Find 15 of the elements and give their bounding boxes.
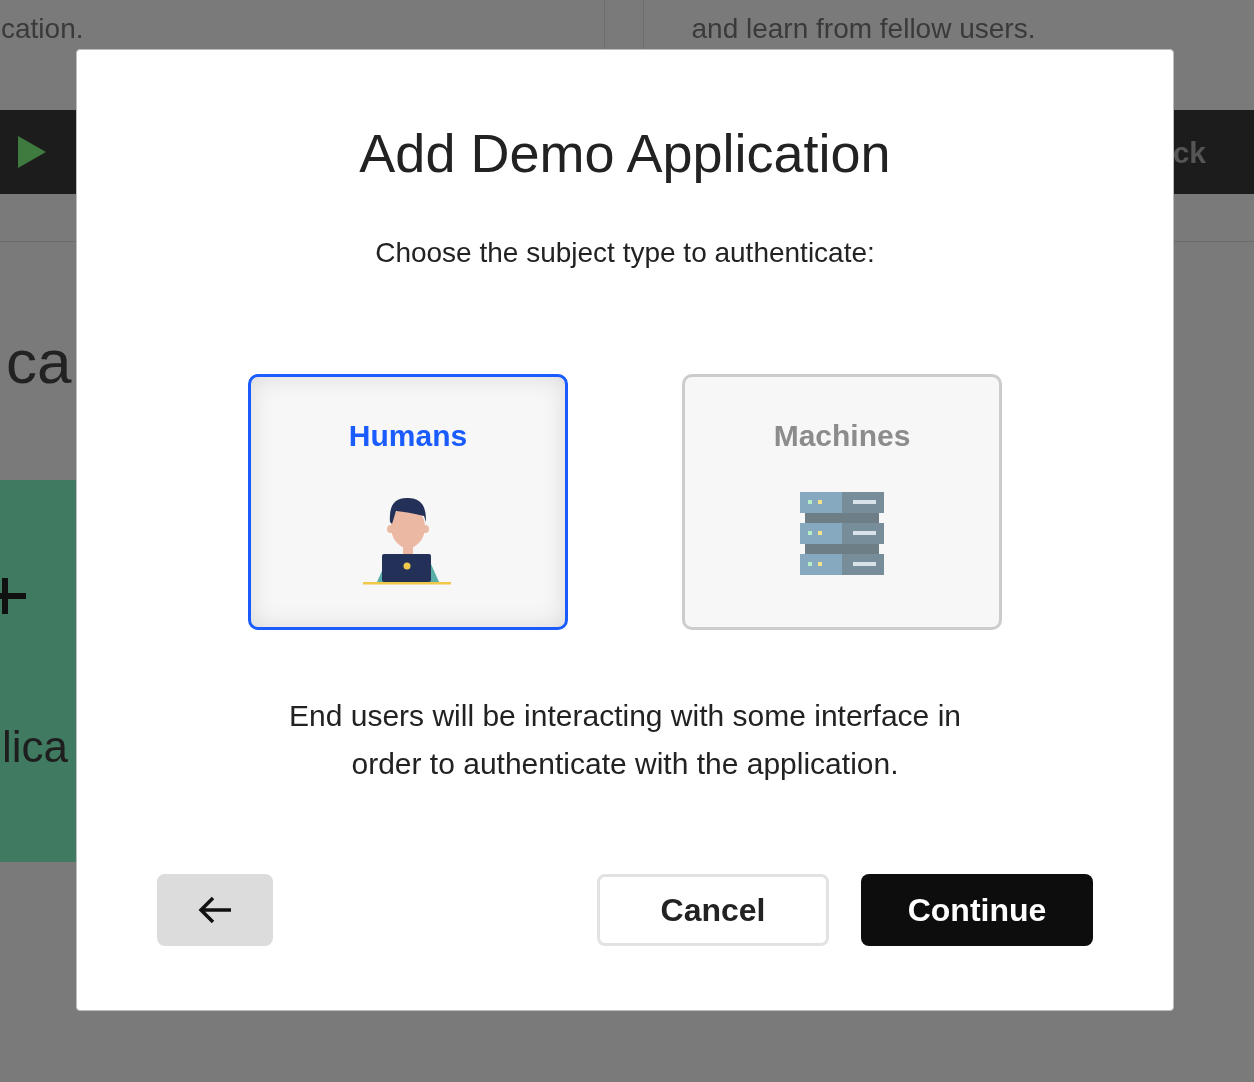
heading-text: ca <box>6 325 72 398</box>
continue-button[interactable]: Continue <box>861 874 1093 946</box>
plus-icon <box>0 578 28 614</box>
left-arrow-icon <box>197 895 233 925</box>
server-rack-icon <box>800 492 884 576</box>
background-text: cation. <box>1 12 84 46</box>
option-description: End users will be interacting with some interface in order to authenticate with the application. <box>288 698 962 782</box>
back-button[interactable] <box>157 874 273 946</box>
dialog-prompt: Choose the subject type to authenticate: <box>375 236 875 270</box>
card-text: lica <box>2 721 69 773</box>
subject-option-card[interactable]: Humans <box>248 374 568 630</box>
play-icon <box>18 136 46 168</box>
toolbar-text: ck <box>1172 134 1206 171</box>
background-text: and learn from fellow users. <box>691 12 1036 46</box>
cancel-button[interactable]: Cancel <box>597 874 829 946</box>
